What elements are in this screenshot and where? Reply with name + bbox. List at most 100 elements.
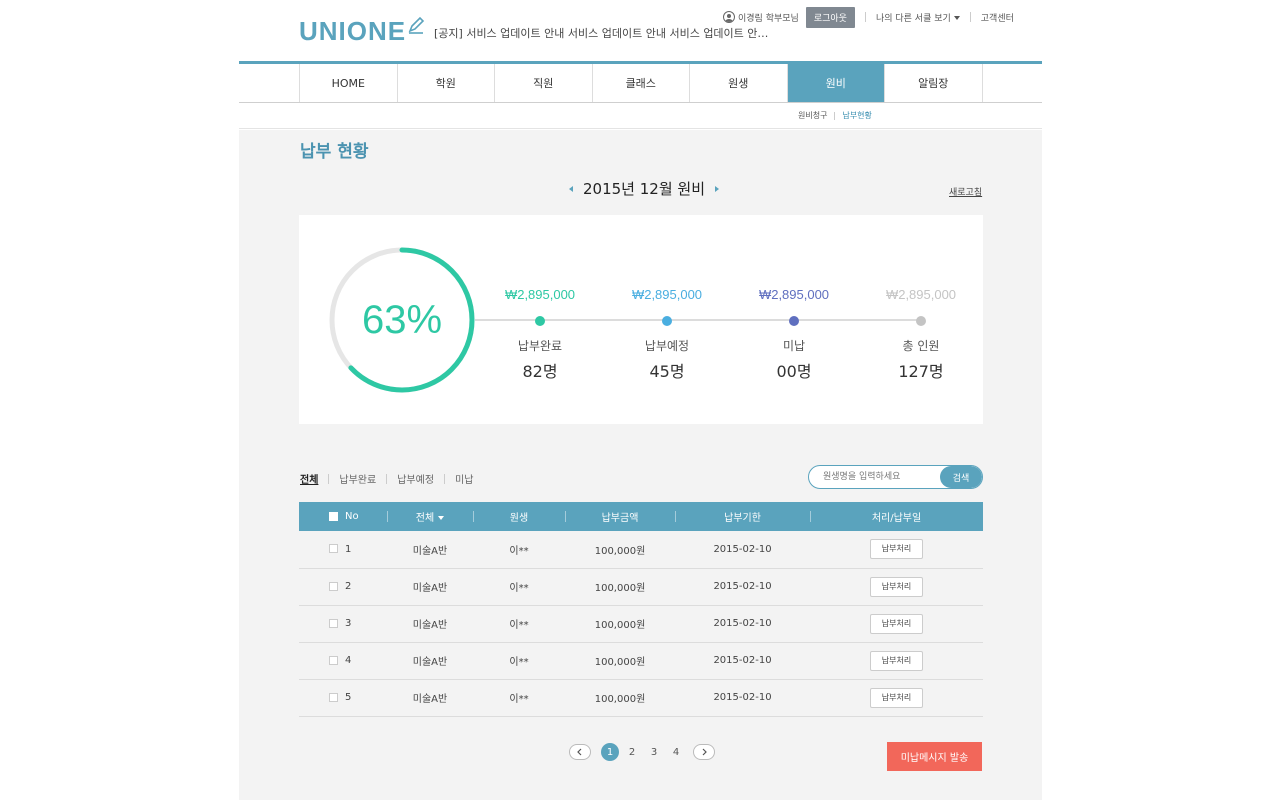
divider <box>834 111 836 120</box>
cell-no: 1 <box>299 531 387 568</box>
table-row: 3 미술A반 이** 100,000원 2015-02-10 납부처리 <box>299 605 983 642</box>
sub-nav: 원비청구 납부현황 <box>239 103 1042 129</box>
page-4[interactable]: 4 <box>667 743 685 761</box>
process-payment-button[interactable]: 납부처리 <box>870 539 923 560</box>
col-no-label: No <box>345 511 359 522</box>
user-icon <box>723 11 735 23</box>
col-class-filter[interactable]: 전체 <box>387 502 473 531</box>
cell-no: 2 <box>299 568 387 605</box>
logo-text: UNIONE <box>299 16 407 46</box>
subnav-item-billing[interactable]: 원비청구 <box>798 110 827 121</box>
stat-dot <box>535 316 545 326</box>
page-3[interactable]: 3 <box>645 743 663 761</box>
cell-class: 미술A반 <box>412 694 448 705</box>
filter-paid[interactable]: 납부완료 <box>339 471 376 486</box>
caret-down-icon <box>953 16 960 20</box>
filter-unpaid[interactable]: 미납 <box>455 471 473 486</box>
next-month-icon[interactable] <box>715 185 719 192</box>
row-checkbox[interactable] <box>329 618 338 628</box>
cell-action: 납부처리 <box>810 679 983 716</box>
cell-amount: 100,000원 <box>594 620 646 631</box>
stat-2: ₩2,895,000 미납 00명 <box>729 287 859 382</box>
nav-item-0[interactable]: HOME <box>300 64 398 102</box>
prev-month-icon[interactable] <box>569 185 573 192</box>
send-unpaid-message-button[interactable]: 미납메시지 발송 <box>887 742 982 771</box>
search-input[interactable] <box>809 466 941 488</box>
support-link[interactable]: 고객센터 <box>981 11 1014 24</box>
content-area: 납부 현황 2015년 12월 원비 새로고침 63% ₩2,895,000 납부… <box>239 130 1042 800</box>
stat-label: 총 인원 <box>902 339 940 353</box>
table-row: 4 미술A반 이** 100,000원 2015-02-10 납부처리 <box>299 642 983 679</box>
summary-panel: 63% ₩2,895,000 납부완료 82명 ₩2,895,000 납부예정 45명 ₩2… <box>299 215 983 424</box>
stat-dot <box>662 316 672 326</box>
stat-label: 미납 <box>782 339 806 353</box>
stat-amount: ₩2,895,000 <box>885 287 957 302</box>
divider <box>444 473 446 484</box>
next-page-button[interactable] <box>693 744 715 760</box>
stat-dot <box>916 316 926 326</box>
top-header: UNIONE [공지] 서비스 업데이트 안내 서비스 업데이트 안내 서비스 … <box>239 0 1042 62</box>
row-checkbox[interactable] <box>329 544 338 554</box>
cell-due-date: 2015-02-10 <box>713 618 772 629</box>
divider <box>969 12 971 22</box>
search-button[interactable]: 검색 <box>940 466 982 488</box>
stat-amount: ₩2,895,000 <box>631 287 703 302</box>
cell-action: 납부처리 <box>810 568 983 605</box>
refresh-link[interactable]: 새로고침 <box>949 185 982 198</box>
row-no: 5 <box>345 692 352 703</box>
cell-action: 납부처리 <box>810 531 983 568</box>
stat-dot <box>789 316 799 326</box>
utility-menu: 이경림 학부모님 로그아웃 나의 다른 서클 보기 고객센터 <box>723 6 1014 28</box>
cell-class: 미술A반 <box>412 545 448 557</box>
subnav-item-payment-status[interactable]: 납부현황 <box>842 110 871 121</box>
row-checkbox[interactable] <box>329 692 338 702</box>
stat-label: 납부완료 <box>517 339 563 353</box>
cell-due-date: 2015-02-10 <box>713 581 772 592</box>
process-payment-button[interactable]: 납부처리 <box>870 576 923 597</box>
nav-item-1[interactable]: 학원 <box>398 64 495 102</box>
search-box: 검색 <box>808 465 983 489</box>
col-process: 처리/납부일 <box>810 502 983 531</box>
nav-item-4[interactable]: 원생 <box>690 64 788 102</box>
process-payment-button[interactable]: 납부처리 <box>870 650 923 671</box>
cell-class: 미술A반 <box>412 583 448 594</box>
prev-page-button[interactable] <box>569 744 591 760</box>
other-circle-dropdown[interactable]: 나의 다른 서클 보기 <box>876 11 960 24</box>
cell-student: 이** <box>509 620 529 631</box>
pen-icon <box>408 16 425 34</box>
stat-1: ₩2,895,000 납부예정 45명 <box>602 287 732 382</box>
month-label: 2015년 12월 원비 <box>583 180 705 198</box>
progress-gauge: 63% <box>327 245 477 395</box>
select-all-checkbox[interactable] <box>329 511 338 521</box>
caret-down-icon <box>438 516 445 520</box>
page-1[interactable]: 1 <box>601 743 619 761</box>
process-payment-button[interactable]: 납부처리 <box>870 687 923 708</box>
page-2[interactable]: 2 <box>623 743 641 761</box>
col-amount: 납부금액 <box>565 502 675 531</box>
stat-count: 00명 <box>776 362 812 381</box>
page: UNIONE [공지] 서비스 업데이트 안내 서비스 업데이트 안내 서비스 … <box>239 0 1042 800</box>
logout-button[interactable]: 로그아웃 <box>805 6 855 28</box>
other-circle-label: 나의 다른 서클 보기 <box>875 13 951 24</box>
cell-class: 미술A반 <box>412 657 448 668</box>
filter-all[interactable]: 전체 <box>300 471 318 486</box>
nav-item-5[interactable]: 원비 <box>787 64 885 102</box>
payment-table: No 전체 원생 납부금액 납부기한 처리/납부일 1 미술A반 이** 100,00… <box>299 502 983 717</box>
cell-no: 3 <box>299 605 387 642</box>
nav-item-3[interactable]: 클래스 <box>593 64 690 102</box>
col-class-label: 전체 <box>415 513 435 524</box>
table-row: 2 미술A반 이** 100,000원 2015-02-10 납부처리 <box>299 568 983 605</box>
row-checkbox[interactable] <box>329 581 338 591</box>
notice-text[interactable]: [공지] 서비스 업데이트 안내 서비스 업데이트 안내 서비스 업데이트 안… <box>434 25 768 41</box>
process-payment-button[interactable]: 납부처리 <box>870 613 923 634</box>
main-nav: HOME 학원 직원 클래스 원생 원비 알림장 <box>239 61 1042 103</box>
nav-item-2[interactable]: 직원 <box>495 64 593 102</box>
nav-item-6[interactable]: 알림장 <box>885 64 983 102</box>
logo[interactable]: UNIONE <box>299 16 425 47</box>
stat-count: 82명 <box>522 362 558 381</box>
cell-amount: 100,000원 <box>594 657 646 668</box>
row-checkbox[interactable] <box>329 655 338 665</box>
filter-scheduled[interactable]: 납부예정 <box>397 471 434 486</box>
stat-label: 납부예정 <box>644 339 690 353</box>
cell-student: 이** <box>509 694 529 705</box>
